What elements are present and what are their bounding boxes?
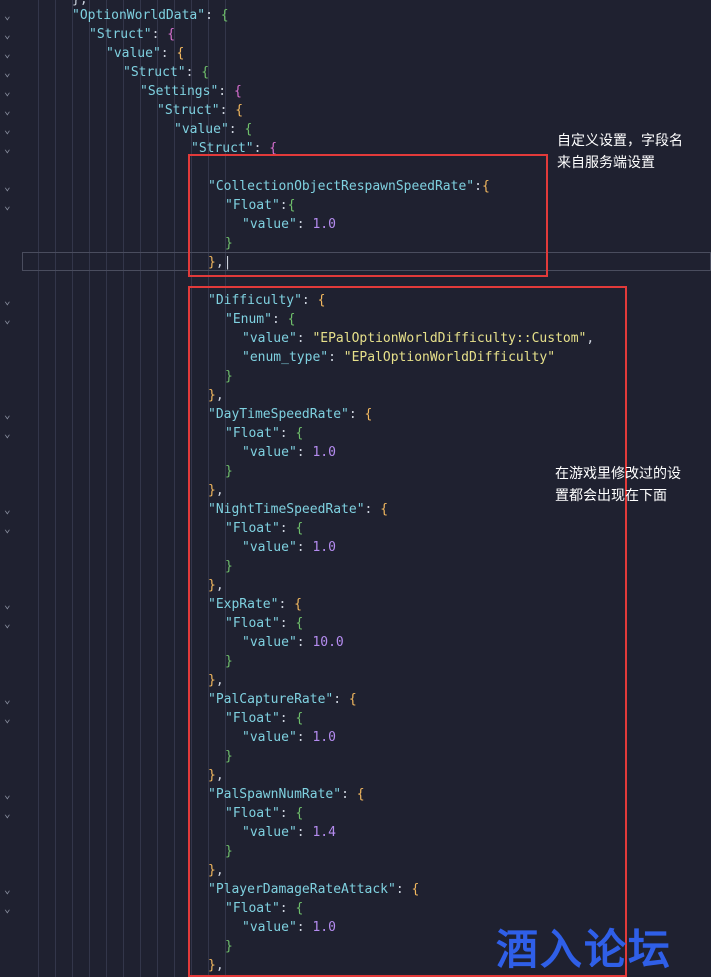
code-token: :	[228, 122, 245, 137]
chevron-down-icon[interactable]: ⌄	[4, 10, 16, 22]
indent-guide	[123, 0, 124, 977]
code-token: :	[219, 103, 236, 118]
chevron-down-icon[interactable]: ⌄	[4, 504, 16, 516]
code-token: {	[233, 84, 242, 99]
chevron-down-icon[interactable]: ⌄	[4, 618, 16, 630]
chevron-down-icon[interactable]: ⌄	[4, 124, 16, 136]
code-token: {	[244, 122, 253, 137]
modified-settings-box	[188, 286, 627, 977]
chevron-down-icon[interactable]: ⌄	[4, 409, 16, 421]
indent-guide	[157, 0, 158, 977]
indent-guide	[89, 0, 90, 977]
code-token: {	[235, 103, 244, 118]
code-token: "Struct"	[157, 103, 220, 118]
indent-guide	[140, 0, 141, 977]
code-line[interactable]: "value": {	[174, 120, 252, 139]
indent-guide	[106, 0, 107, 977]
code-line[interactable]: "Struct": {	[123, 63, 209, 82]
chevron-down-icon[interactable]: ⌄	[4, 523, 16, 535]
chevron-down-icon[interactable]: ⌄	[4, 86, 16, 98]
code-line[interactable]: "value": {	[106, 44, 184, 63]
chevron-down-icon[interactable]: ⌄	[4, 789, 16, 801]
code-line[interactable]: "Settings": {	[140, 82, 242, 101]
annotation-modified-settings: 在游戏里修改过的设 置都会出现在下面	[555, 466, 681, 504]
indent-guide	[174, 0, 175, 977]
code-line[interactable]: "Struct": {	[157, 101, 243, 120]
code-token: {	[167, 27, 176, 42]
chevron-down-icon[interactable]: ⌄	[4, 143, 16, 155]
code-token: :	[151, 27, 168, 42]
chevron-down-icon[interactable]: ⌄	[4, 808, 16, 820]
chevron-down-icon[interactable]: ⌄	[4, 181, 16, 193]
chevron-down-icon[interactable]: ⌄	[4, 694, 16, 706]
code-token: "Settings"	[140, 84, 219, 99]
code-token: "OptionWorldData"	[72, 8, 206, 23]
chevron-down-icon[interactable]: ⌄	[4, 48, 16, 60]
chevron-down-icon[interactable]: ⌄	[4, 903, 16, 915]
chevron-down-icon[interactable]: ⌄	[4, 29, 16, 41]
forum-watermark: 酒入论坛	[496, 925, 673, 974]
code-token: :	[160, 46, 177, 61]
chevron-down-icon[interactable]: ⌄	[4, 295, 16, 307]
code-token: {	[201, 65, 210, 80]
code-token: {	[220, 8, 229, 23]
code-line[interactable]: "Struct": {	[89, 25, 175, 44]
code-token: "value"	[174, 122, 229, 137]
chevron-down-icon[interactable]: ⌄	[4, 428, 16, 440]
chevron-down-icon[interactable]: ⌄	[4, 884, 16, 896]
chevron-down-icon[interactable]: ⌄	[4, 713, 16, 725]
indent-guide	[72, 0, 73, 977]
annotation-custom-settings: 自定义设置，字段名 来自服务端设置	[557, 133, 683, 171]
chevron-down-icon[interactable]: ⌄	[4, 200, 16, 212]
indent-guide	[38, 0, 39, 977]
custom-settings-box	[188, 154, 548, 277]
chevron-down-icon[interactable]: ⌄	[4, 105, 16, 117]
chevron-down-icon[interactable]: ⌄	[4, 599, 16, 611]
chevron-down-icon[interactable]: ⌄	[4, 67, 16, 79]
chevron-down-icon[interactable]: ⌄	[4, 314, 16, 326]
indent-guide	[55, 0, 56, 977]
code-token: :	[205, 8, 221, 23]
code-line[interactable]: "OptionWorldData": {	[72, 6, 229, 25]
code-token: {	[176, 46, 185, 61]
code-token: :	[185, 65, 202, 80]
code-token: :	[218, 84, 234, 99]
code-token: "Struct"	[123, 65, 186, 80]
code-token: "Struct"	[89, 27, 152, 42]
code-token: "value"	[106, 46, 161, 61]
